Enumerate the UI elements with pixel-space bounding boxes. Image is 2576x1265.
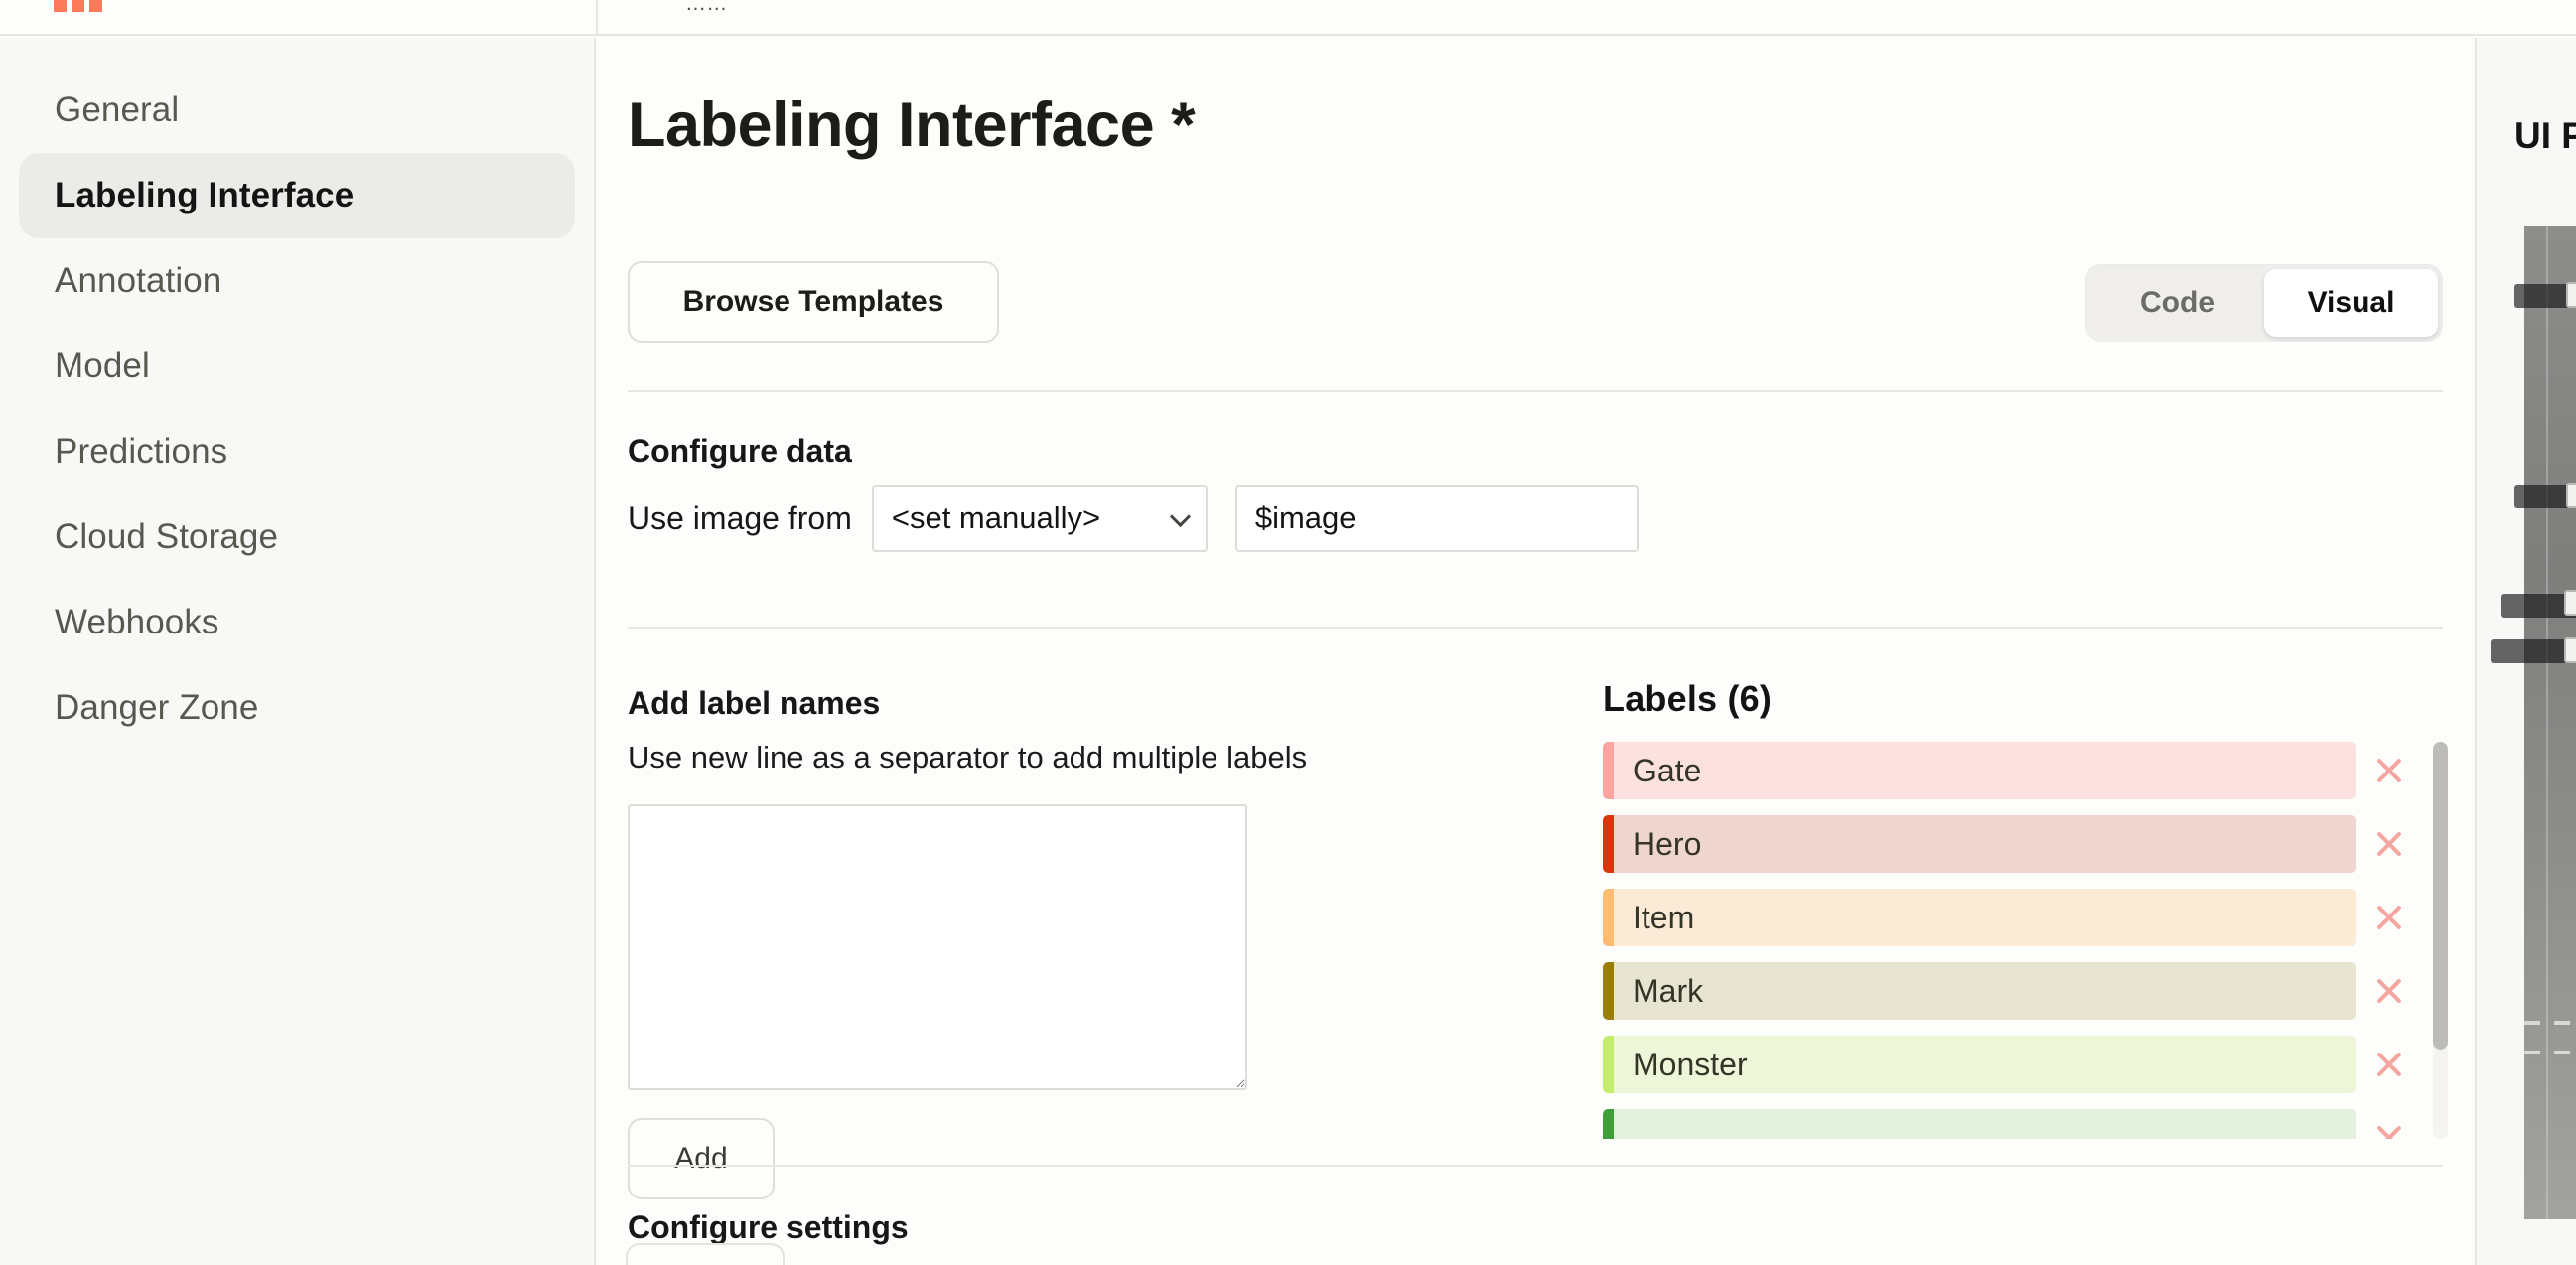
- label-color-accent: [1603, 889, 1614, 946]
- close-x-icon[interactable]: [2356, 962, 2423, 1020]
- sidebar-item-label: General: [55, 90, 180, 129]
- configure-data-heading: Configure data: [628, 433, 852, 469]
- label-color-accent: [1603, 742, 1614, 799]
- header-divider: [596, 0, 598, 36]
- add-label-names-help: Use new line as a separator to add multi…: [628, 740, 1308, 774]
- label-row: Mark: [1603, 962, 2452, 1020]
- label-color-accent: [1603, 815, 1614, 873]
- labels-scrollbar-thumb[interactable]: [2433, 742, 2448, 1050]
- label-names-textarea[interactable]: [628, 804, 1247, 1090]
- image-source-select-value: <set manually>: [891, 500, 1101, 535]
- image-source-select[interactable]: <set manually>: [871, 485, 1208, 552]
- sidebar-item-label: Model: [55, 347, 150, 385]
- image-value-input[interactable]: [1234, 485, 1639, 552]
- sidebar-item-label: Labeling Interface: [55, 176, 355, 214]
- sidebar-item-annotation[interactable]: Annotation: [19, 238, 575, 324]
- sidebar-item-label: Cloud Storage: [55, 517, 279, 556]
- label-color-accent: [1603, 1109, 1614, 1139]
- label-chip-item[interactable]: Item: [1603, 889, 2356, 946]
- label-chip-partial[interactable]: [1603, 1109, 2356, 1139]
- sidebar-item-cloud-storage[interactable]: Cloud Storage: [19, 494, 575, 580]
- sidebar-item-label: Danger Zone: [55, 688, 259, 727]
- ui-preview-panel: UI P: [2475, 38, 2576, 1265]
- sidebar-item-general[interactable]: General: [19, 68, 575, 153]
- close-x-icon[interactable]: [2356, 1036, 2423, 1093]
- label-color-accent: [1603, 1036, 1614, 1093]
- label-chip-gate[interactable]: Gate: [1603, 742, 2356, 799]
- label-row: Item: [1603, 889, 2452, 946]
- label-color-accent: [1603, 962, 1614, 1020]
- settings-sidebar: General Labeling Interface Annotation Mo…: [0, 38, 596, 1265]
- sidebar-item-predictions[interactable]: Predictions: [19, 409, 575, 494]
- close-x-icon[interactable]: [2356, 742, 2423, 799]
- sidebar-item-label: Annotation: [55, 261, 222, 300]
- labels-scroll-area[interactable]: Gate Hero Item Mark Monster: [1603, 742, 2452, 1139]
- configure-settings-heading: Configure settings: [628, 1209, 909, 1245]
- sidebar-item-labeling-interface[interactable]: Labeling Interface: [19, 153, 575, 238]
- label-chip-mark[interactable]: Mark: [1603, 962, 2356, 1020]
- app-header: ……: [0, 0, 2576, 36]
- preview-image[interactable]: [2491, 226, 2576, 1219]
- label-name: Item: [1633, 899, 1695, 935]
- tab-code[interactable]: Code: [2090, 269, 2264, 337]
- divider-3: [628, 1165, 2443, 1167]
- chevron-down-icon: [1169, 505, 1191, 528]
- label-name: Hero: [1633, 825, 1702, 862]
- label-chip-hero[interactable]: Hero: [1603, 815, 2356, 873]
- use-image-from-row: Use image from <set manually>: [628, 485, 1639, 552]
- editor-mode-toggle[interactable]: Code Visual: [2085, 264, 2443, 342]
- use-image-from-label: Use image from: [628, 499, 852, 536]
- label-row: Hero: [1603, 815, 2452, 873]
- sidebar-item-label: Webhooks: [55, 603, 219, 641]
- add-labels-button[interactable]: Add: [628, 1118, 775, 1199]
- close-x-icon[interactable]: [2356, 815, 2423, 873]
- page-title: Labeling Interface *: [628, 90, 1196, 160]
- label-row: [1603, 1109, 2452, 1139]
- sidebar-item-danger-zone[interactable]: Danger Zone: [19, 665, 575, 751]
- sidebar-item-model[interactable]: Model: [19, 324, 575, 409]
- label-row: Monster: [1603, 1036, 2452, 1093]
- sidebar-item-webhooks[interactable]: Webhooks: [19, 580, 575, 665]
- divider-1: [628, 390, 2443, 392]
- label-chip-monster[interactable]: Monster: [1603, 1036, 2356, 1093]
- header-breadcrumb-cutoff: ……: [685, 0, 728, 15]
- add-label-names-heading: Add label names: [628, 685, 881, 721]
- label-row: Gate: [1603, 742, 2452, 799]
- configure-settings-control-cutoff[interactable]: [626, 1243, 785, 1265]
- labels-list-panel: Labels (6) Gate Hero Item Mark Monster: [1603, 678, 2452, 1139]
- label-name: Monster: [1633, 1046, 1748, 1082]
- divider-2: [628, 627, 2443, 629]
- close-x-icon[interactable]: [2356, 1109, 2423, 1139]
- label-name: Gate: [1633, 752, 1702, 788]
- label-name: Mark: [1633, 972, 1704, 1009]
- sidebar-item-label: Predictions: [55, 432, 228, 471]
- label-studio-logo-icon[interactable]: [54, 0, 103, 12]
- browse-templates-button[interactable]: Browse Templates: [628, 261, 999, 343]
- labels-list-title: Labels (6): [1603, 678, 1773, 719]
- settings-page: …… General Labeling Interface Annotation…: [0, 0, 2576, 1265]
- tab-visual[interactable]: Visual: [2264, 269, 2438, 337]
- ui-preview-title: UI P: [2514, 115, 2576, 156]
- close-x-icon[interactable]: [2356, 889, 2423, 946]
- labeling-interface-panel: Labeling Interface * Browse Templates Co…: [598, 38, 2473, 1265]
